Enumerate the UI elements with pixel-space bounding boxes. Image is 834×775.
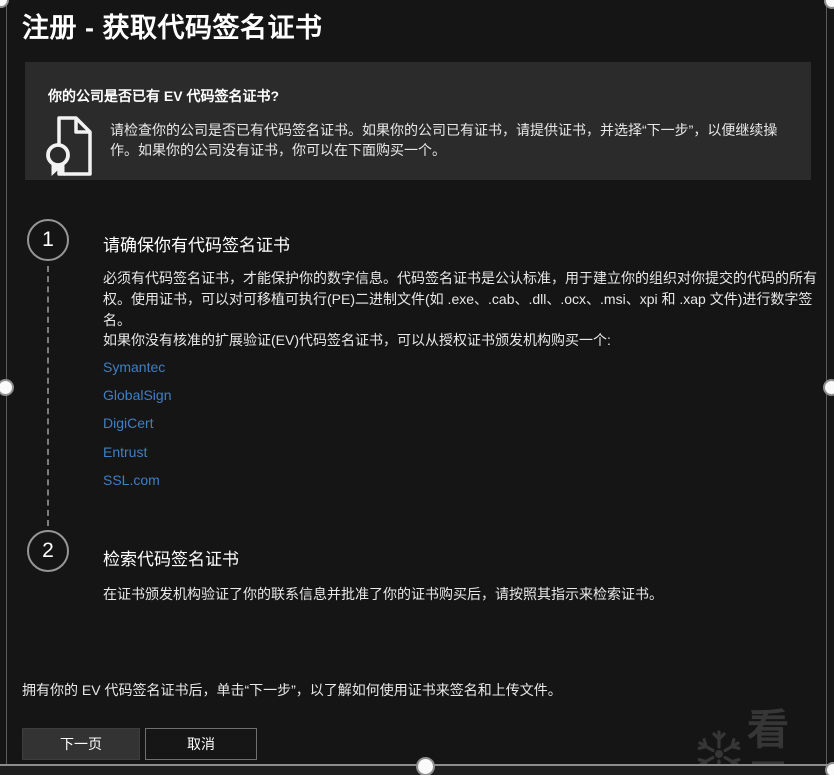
step-1-number: 1 [27,219,69,261]
step-1-links-intro: 如果你没有核准的扩展验证(EV)代码签名证书，可以从授权证书颁发机构购买一个: [103,332,611,348]
selection-handle-top-left[interactable] [0,0,9,8]
cancel-button[interactable]: 取消 [145,728,257,760]
selection-handle-right[interactable] [823,379,834,396]
wizard-window: 注册 - 获取代码签名证书 你的公司是否已有 EV 代码签名证书? 请检查你的公… [0,0,834,775]
next-page-button[interactable]: 下一页 [22,728,140,760]
link-digicert[interactable]: DigiCert [103,415,154,431]
link-sslcom[interactable]: SSL.com [103,472,160,488]
step-2-number: 2 [27,530,69,572]
info-panel-body: 请检查你的公司是否已有代码签名证书。如果你的公司已有证书，请提供证书，并选择“下… [110,122,778,158]
selection-handle-bottom-right[interactable] [825,762,834,775]
step-1-body: 必须有代码签名证书，才能保护你的数字信息。代码签名证书是公认标准，用于建立你的组… [103,270,817,328]
footer-note: 拥有你的 EV 代码签名证书后，单击“下一步”，以了解如何使用证书来签名和上传文… [22,682,562,698]
step-2-body: 在证书颁发机构验证了你的联系信息并批准了你的证书购买后，请按照其指示来检索证书。 [103,586,663,602]
certificate-icon [46,115,94,177]
link-entrust[interactable]: Entrust [103,444,147,460]
link-globalsign[interactable]: GlobalSign [103,387,172,403]
step-connector-line [47,266,49,526]
link-symantec[interactable]: Symantec [103,359,165,375]
step-1-heading: 请确保你有代码签名证书 [103,236,290,255]
info-panel-heading: 你的公司是否已有 EV 代码签名证书? [48,88,280,104]
info-panel: 你的公司是否已有 EV 代码签名证书? 请检查你的公司是否已有代码签名证书。如果… [25,62,811,180]
step-2-heading: 检索代码签名证书 [103,550,239,569]
selection-handle-left[interactable] [0,379,14,396]
selection-handle-bottom[interactable] [416,757,435,775]
page-title: 注册 - 获取代码签名证书 [22,13,323,43]
